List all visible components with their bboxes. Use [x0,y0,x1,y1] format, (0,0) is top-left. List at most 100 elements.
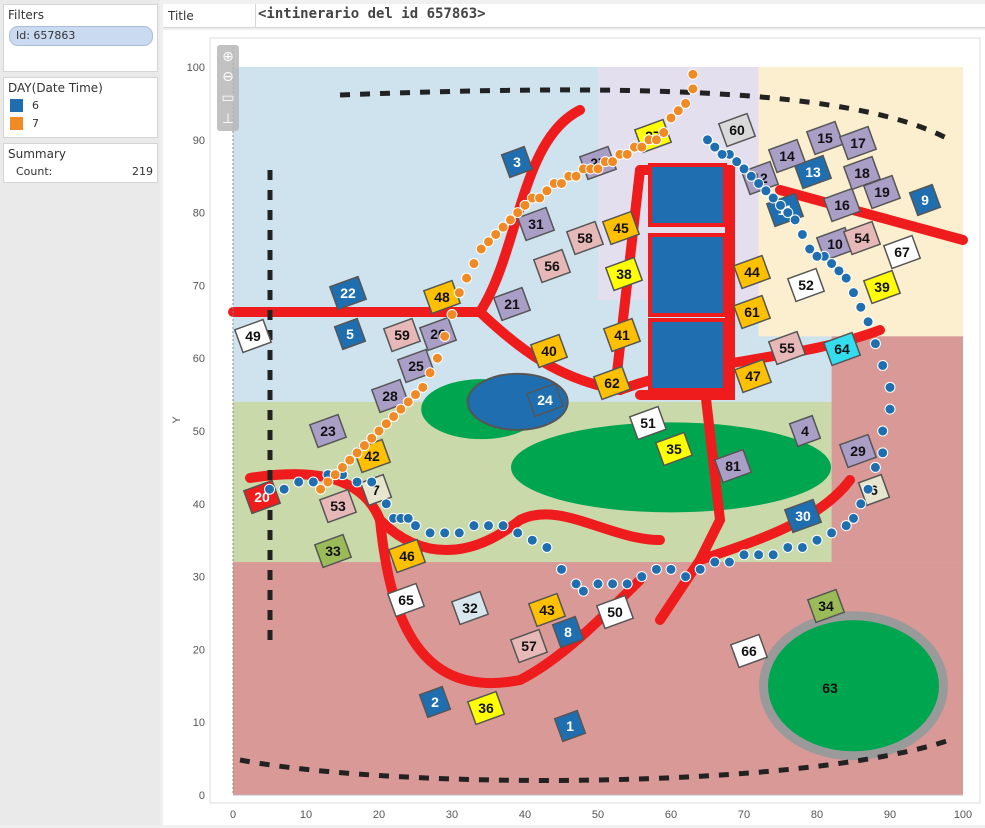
point-day6-50 [884,381,896,393]
point-day7-47 [658,127,670,139]
point-day7-20 [461,272,473,284]
legend-item-day7[interactable]: 7 [4,113,157,133]
attraction-label-38: 38 [616,266,632,282]
point-day6-34 [723,556,735,568]
ride-block-2 [648,318,727,392]
point-day6-14 [439,527,451,539]
attraction-63: 63 [822,680,838,696]
point-day6-52 [869,338,881,350]
attraction-label-31: 31 [528,216,544,232]
point-day6-13 [424,527,436,539]
point-day6-54 [855,301,867,313]
attraction-label-55: 55 [779,340,795,356]
point-day7-16 [431,352,443,364]
attraction-label-39: 39 [874,279,890,295]
point-day6-1 [278,483,290,495]
summary-count-value: 219 [132,165,153,178]
point-day7-19 [453,287,465,299]
point-day6-61 [804,243,816,255]
attraction-label-47: 47 [745,368,761,384]
y-axis-label: Y [171,416,183,424]
point-day7-14 [417,381,429,393]
point-day6-47 [877,447,889,459]
legend-title: DAY(Date Time) [8,81,103,95]
attraction-label-63: 63 [822,680,838,696]
summary-panel: Summary Count: 219 [3,143,158,183]
map-chart[interactable]: 1234567891011121314151617181920212223242… [163,30,985,825]
ride-block-0 [648,163,727,227]
point-day7-51 [687,83,699,95]
attraction-label-29: 29 [850,443,866,459]
point-day7-50 [680,97,692,109]
y-tick-60: 60 [193,353,205,365]
attraction-label-30: 30 [795,508,811,524]
attraction-label-57: 57 [521,638,537,654]
attraction-label-25: 25 [408,358,424,374]
lake-green-center [511,422,831,513]
y-tick-70: 70 [193,280,205,292]
x-tick-20: 20 [373,809,385,821]
attraction-label-40: 40 [541,343,557,359]
point-day6-19 [512,527,524,539]
summary-count-label: Count: [16,165,53,178]
left-sidebar: Filters Id: 657863 DAY(Date Time) 6 7 Su… [0,0,160,825]
x-tick-10: 10 [300,809,312,821]
attraction-label-67: 67 [894,244,910,260]
zoom-in-icon[interactable]: ⊕ [220,49,236,65]
point-day6-51 [877,359,889,371]
point-day7-52 [687,68,699,80]
point-day6-16 [468,520,480,532]
attraction-label-32: 32 [462,600,478,616]
point-day6-45 [862,483,874,495]
attraction-label-45: 45 [613,220,629,236]
y-tick-0: 0 [199,790,205,802]
y-tick-90: 90 [193,135,205,147]
x-tick-60: 60 [665,809,677,821]
x-tick-70: 70 [738,809,750,821]
attraction-label-44: 44 [744,264,760,280]
zoom-area-icon[interactable]: ▭ [220,90,236,106]
attraction-label-46: 46 [399,548,415,564]
attraction-label-19: 19 [874,184,890,200]
point-day6-48 [877,425,889,437]
attraction-label-64: 64 [834,341,850,357]
attraction-label-1: 1 [566,718,574,734]
attraction-label-34: 34 [818,598,834,614]
attraction-label-17: 17 [850,135,866,151]
attraction-label-2: 2 [431,694,439,710]
attraction-label-22: 22 [340,285,356,301]
point-day6-29 [650,563,662,575]
chart-area: 1234567891011121314151617181920212223242… [163,30,985,825]
point-day6-32 [694,563,706,575]
point-day6-43 [848,512,859,524]
attraction-label-53: 53 [330,498,346,514]
point-day6-25 [592,578,604,590]
filter-chip-id[interactable]: Id: 657863 [9,26,153,46]
point-day6-17 [483,520,494,532]
point-day6-8 [380,498,392,510]
attraction-label-61: 61 [744,304,760,320]
point-day6-30 [665,563,677,575]
attraction-label-43: 43 [539,602,555,618]
point-day6-37 [767,549,779,561]
zoom-out-icon[interactable]: ⊖ [220,69,236,85]
x-tick-50: 50 [592,809,604,821]
attraction-label-54: 54 [854,230,870,246]
point-day7-18 [446,309,458,321]
point-day6-2 [293,476,305,488]
attraction-label-65: 65 [398,592,414,608]
attraction-label-14: 14 [779,148,795,164]
x-tick-100: 100 [954,809,972,821]
attraction-label-8: 8 [564,624,572,640]
attraction-label-13: 13 [805,164,821,180]
legend-item-day6[interactable]: 6 [4,95,157,115]
pin-icon[interactable]: ⊥ [220,111,236,127]
attraction-label-66: 66 [741,643,757,659]
point-day6-0 [264,483,275,495]
attraction-label-16: 16 [834,197,850,213]
y-tick-40: 40 [193,499,205,511]
attraction-label-58: 58 [577,230,593,246]
point-day7-21 [468,258,480,270]
attraction-label-15: 15 [817,130,833,146]
point-day6-53 [862,316,874,328]
